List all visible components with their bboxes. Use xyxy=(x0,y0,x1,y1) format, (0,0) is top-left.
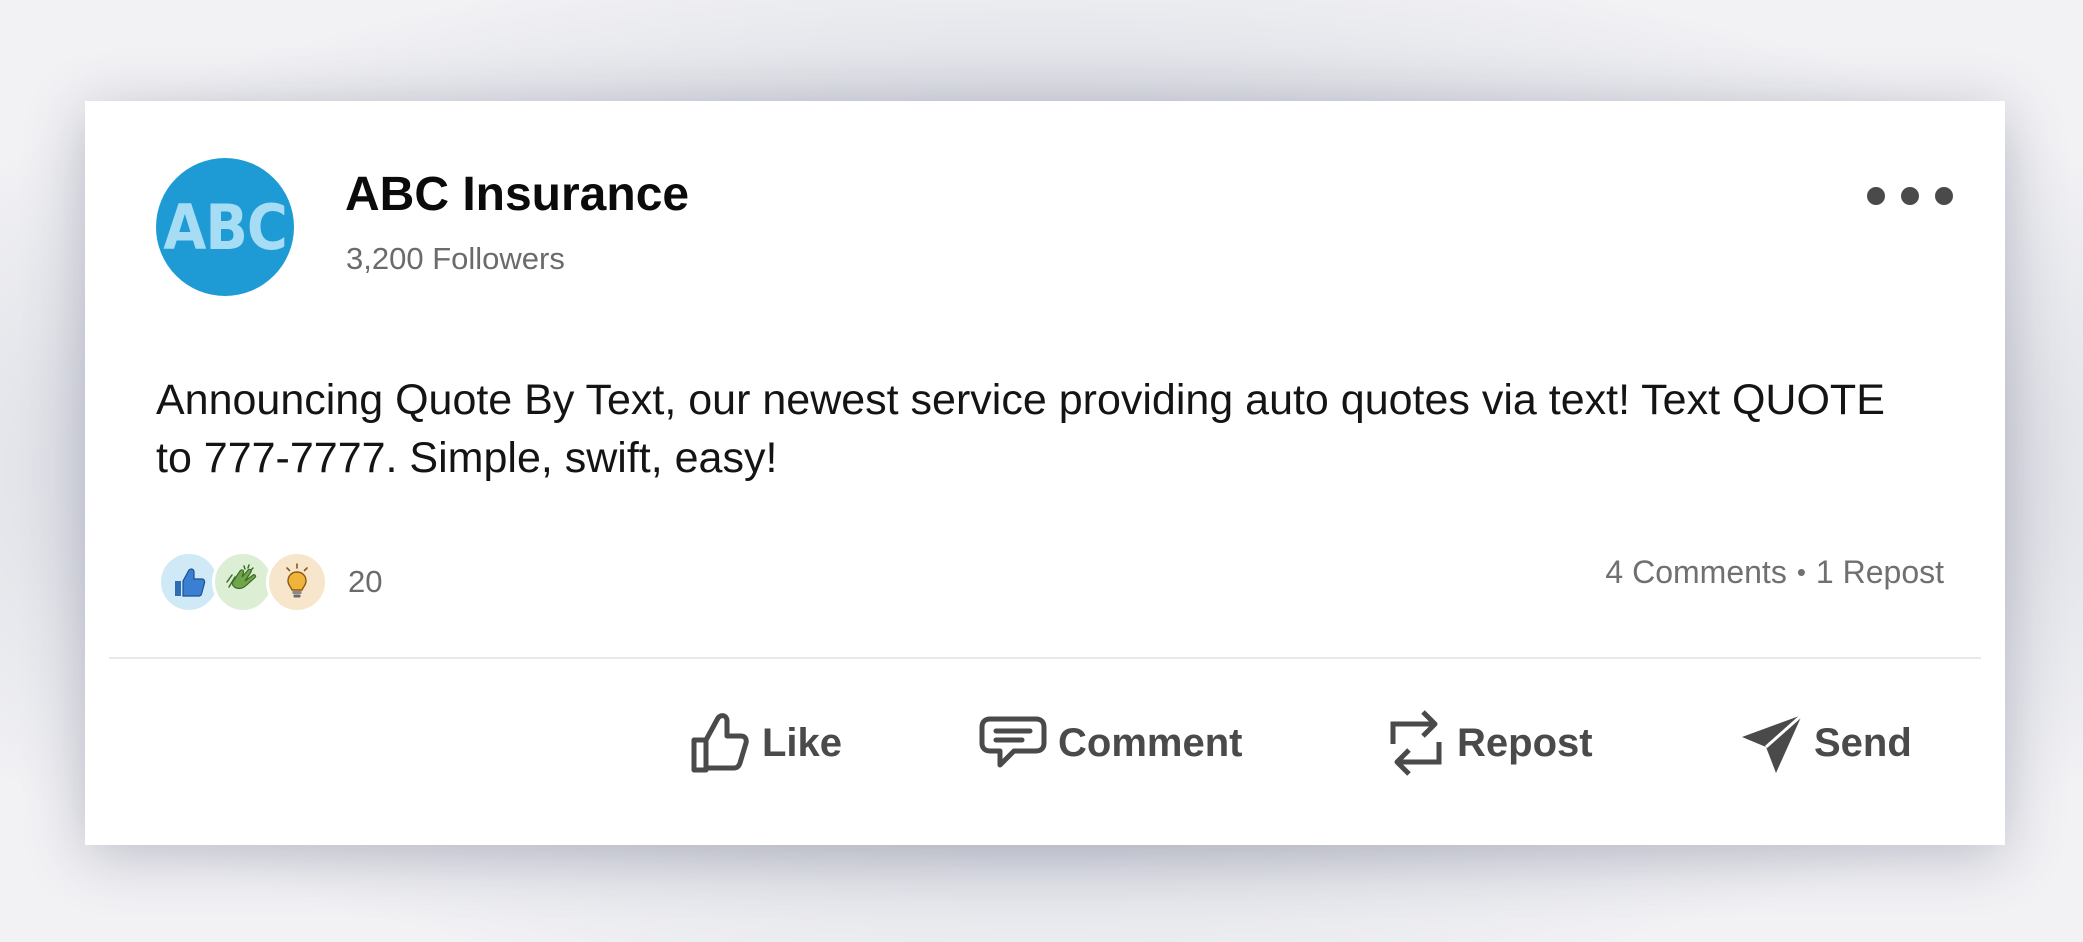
more-options-icon[interactable] xyxy=(1867,173,1953,219)
send-button[interactable]: Send xyxy=(1740,705,1912,781)
post-card: ABC ABC Insurance 3,200 Followers Announ… xyxy=(85,101,2005,845)
thumbs-up-icon xyxy=(158,551,220,613)
reposts-count-link[interactable]: 1 Repost xyxy=(1816,554,1944,591)
company-avatar[interactable]: ABC xyxy=(156,158,294,296)
menu-dot xyxy=(1901,187,1919,205)
comment-button[interactable]: Comment xyxy=(978,705,1242,781)
clapping-hands-icon xyxy=(212,551,274,613)
like-button[interactable]: Like xyxy=(688,705,842,781)
like-icon xyxy=(688,710,752,776)
avatar-text: ABC xyxy=(163,190,288,264)
send-label: Send xyxy=(1814,720,1912,765)
comments-count-link[interactable]: 4 Comments xyxy=(1605,554,1786,591)
reactions-summary[interactable]: 20 xyxy=(158,551,382,613)
repost-label: Repost xyxy=(1457,720,1593,765)
comment-label: Comment xyxy=(1058,720,1243,765)
lightbulb-icon xyxy=(266,551,328,613)
send-icon xyxy=(1740,711,1804,775)
repost-button[interactable]: Repost xyxy=(1385,705,1593,781)
post-stats: 4 Comments • 1 Repost xyxy=(1605,554,1944,591)
follower-count: 3,200 Followers xyxy=(346,241,565,276)
repost-icon xyxy=(1385,706,1447,780)
company-name[interactable]: ABC Insurance xyxy=(345,167,689,222)
post-text: Announcing Quote By Text, our newest ser… xyxy=(156,376,1885,482)
divider xyxy=(109,657,1981,659)
menu-dot xyxy=(1867,187,1885,205)
reaction-count: 20 xyxy=(348,564,383,599)
menu-dot xyxy=(1935,187,1953,205)
like-label: Like xyxy=(762,720,843,765)
comment-icon xyxy=(978,713,1048,773)
stats-separator: • xyxy=(1796,557,1806,587)
